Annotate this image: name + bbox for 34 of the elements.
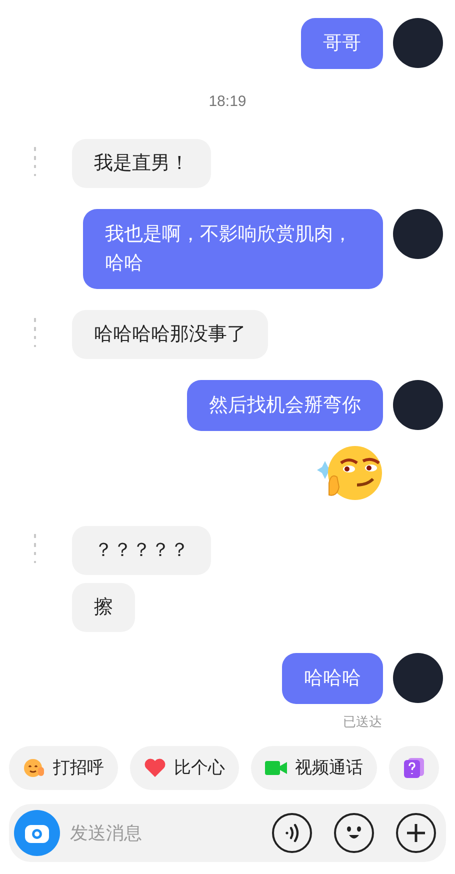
avatar[interactable]	[393, 208, 443, 258]
dots-icon	[33, 318, 37, 348]
smiley-face-icon	[344, 825, 364, 841]
emoji-button[interactable]	[334, 813, 374, 853]
sent-message-bubble: 哈哈哈	[282, 652, 383, 704]
video-camera-icon	[265, 760, 287, 776]
sound-waves-icon	[284, 823, 300, 843]
message-input-field[interactable]: 发送消息	[70, 820, 262, 846]
plus-icon	[406, 823, 426, 843]
question-card-icon	[403, 757, 425, 779]
quick-action-chip[interactable]: 视频通话	[251, 746, 377, 790]
sent-message-bubble: 我也是啊，不影响欣赏肌肉，哈哈	[83, 208, 383, 288]
sent-message-bubble: 然后找机会掰弯你	[187, 380, 383, 430]
camera-button[interactable]	[14, 810, 60, 856]
delivery-status: 已送达	[343, 712, 382, 730]
avatar[interactable]	[393, 18, 443, 68]
voice-button[interactable]	[272, 813, 312, 853]
camera-icon	[24, 822, 50, 844]
avatar[interactable]	[393, 652, 443, 702]
received-message-bubble: 擦	[72, 582, 135, 632]
plus-button[interactable]	[396, 813, 436, 853]
dots-icon	[33, 534, 37, 564]
received-message-bubble: 我是直男！	[72, 138, 211, 188]
smiling-face-icon	[23, 757, 45, 779]
received-message-bubble: 哈哈哈哈那没事了	[72, 310, 268, 358]
avatar[interactable]	[393, 380, 443, 430]
quick-action-chip[interactable]: 比个心	[130, 746, 239, 790]
dots-icon	[33, 146, 37, 176]
sent-message-bubble: 哥哥	[301, 18, 383, 69]
quick-action-chip[interactable]: 打招呼	[9, 746, 118, 790]
heart-icon	[144, 758, 166, 778]
timestamp: 18:19	[208, 92, 246, 112]
received-message-bubble: ？？？？？	[72, 526, 211, 574]
quick-action-chip[interactable]	[389, 746, 439, 790]
